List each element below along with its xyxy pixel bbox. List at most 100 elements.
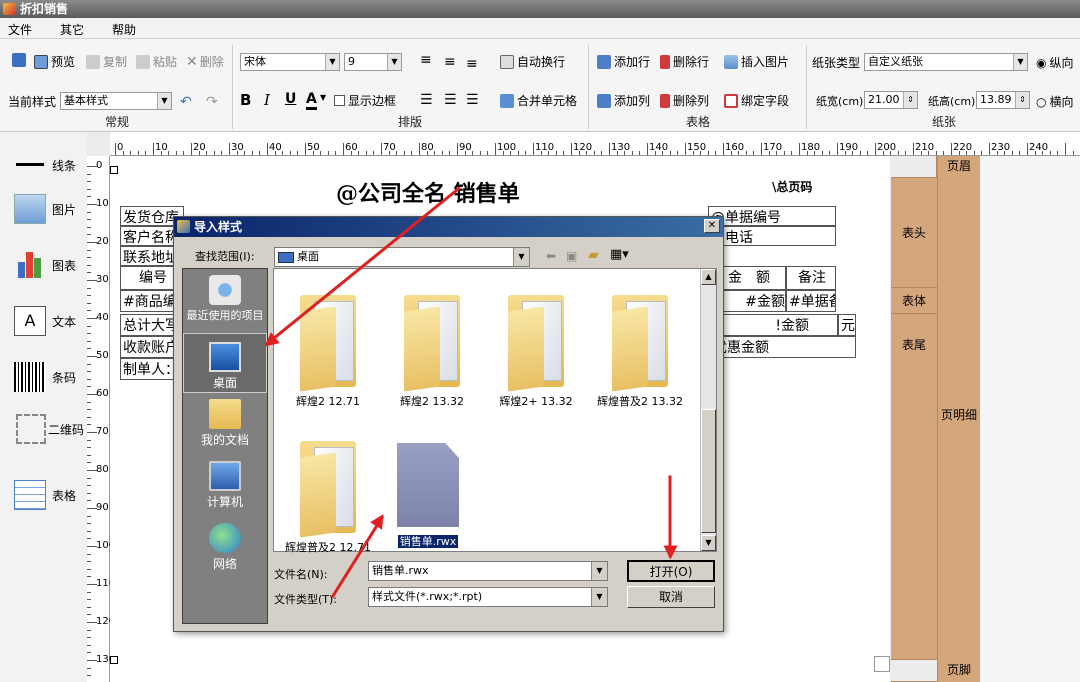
band-page-header[interactable]: 页眉: [937, 156, 980, 178]
ruler-tick: [191, 143, 192, 155]
ruler-tick: [87, 424, 91, 426]
cancel-button[interactable]: 取消: [627, 586, 715, 608]
font-size-select[interactable]: 9 ▼: [344, 53, 402, 71]
bind-field-button[interactable]: 绑定字段: [724, 92, 789, 109]
menu-file[interactable]: 文件: [8, 21, 32, 38]
place-computer[interactable]: 计算机: [183, 461, 267, 510]
add-column-button[interactable]: 添加列: [597, 92, 650, 109]
preview-button[interactable]: 预览: [34, 53, 75, 70]
scroll-up-icon[interactable]: ▲: [701, 269, 716, 285]
align-bottom-icon[interactable]: ≡: [466, 56, 478, 72]
filename-input[interactable]: 销售单.rwx ▼: [368, 561, 608, 581]
tool-qrcode[interactable]: 二维码: [16, 414, 84, 444]
band-table-body[interactable]: 表体: [891, 288, 937, 314]
font-select[interactable]: 宋体 ▼: [240, 53, 340, 71]
redo-icon[interactable]: ↷: [206, 94, 218, 110]
paste-button[interactable]: 粘贴: [136, 53, 177, 70]
scroll-down-icon[interactable]: ▼: [701, 535, 716, 551]
italic-button[interactable]: I: [264, 91, 270, 109]
look-in-select[interactable]: 桌面 ▼: [274, 247, 530, 267]
paper-height-input[interactable]: 13.89 ⇕: [976, 91, 1030, 109]
list-item-folder[interactable]: 辉煌2 13.32: [382, 287, 482, 409]
undo-icon[interactable]: ↶: [180, 94, 192, 110]
list-item-folder[interactable]: 辉煌2+ 13.32: [486, 287, 586, 409]
cell-field[interactable]: !金额: [710, 314, 838, 336]
menu-other[interactable]: 其它: [60, 21, 84, 38]
page-code[interactable]: \总页码: [772, 178, 812, 195]
ruler-label: 60: [345, 142, 358, 153]
ruler-tick: [87, 439, 91, 441]
delete-column-button[interactable]: 删除列: [660, 92, 709, 109]
tool-barcode[interactable]: 条码: [14, 362, 76, 392]
place-recent[interactable]: 最近使用的项目: [183, 275, 267, 323]
band-page-footer[interactable]: 页脚: [937, 658, 980, 682]
tool-table[interactable]: 表格: [14, 480, 76, 510]
ruler-tick: [87, 249, 91, 251]
paper-type-select[interactable]: 自定义纸张 ▼: [864, 53, 1028, 71]
list-item-folder[interactable]: 辉煌普及2 13.32: [590, 287, 690, 409]
menu-help[interactable]: 帮助: [112, 21, 136, 38]
ruler-tick: [859, 151, 861, 155]
paper-width-input[interactable]: 21.00 ⇕: [864, 91, 918, 109]
font-color-button[interactable]: A: [306, 91, 317, 110]
chevron-down-icon[interactable]: ▼: [320, 93, 326, 102]
delete-button[interactable]: ✕ 删除: [186, 53, 224, 70]
file-list[interactable]: 辉煌2 12.71 辉煌2 13.32 辉煌2+ 13.32 辉煌普及2 13.…: [273, 268, 717, 555]
tool-line[interactable]: 线条: [14, 150, 76, 180]
align-right-icon[interactable]: ☰: [466, 92, 479, 108]
tool-chart[interactable]: 图表: [14, 250, 76, 280]
align-middle-icon[interactable]: ≡: [444, 54, 456, 70]
paper-height-label: 纸高(cm): [928, 95, 976, 108]
list-item-file-selected[interactable]: 销售单.rwx: [388, 443, 468, 549]
align-left-icon[interactable]: ☰: [420, 92, 433, 108]
scroll-thumb[interactable]: [701, 409, 716, 533]
view-menu-icon[interactable]: ▦▾: [610, 247, 629, 262]
cell-field[interactable]: 优惠金额: [710, 336, 856, 358]
open-button[interactable]: 打开(O): [627, 560, 715, 582]
band-page-detail[interactable]: 页明细: [937, 178, 980, 658]
place-desktop[interactable]: 桌面: [183, 333, 267, 393]
place-documents[interactable]: 我的文档: [183, 399, 267, 448]
show-border-checkbox[interactable]: 显示边框: [334, 92, 396, 109]
page-corner-top: [110, 166, 118, 174]
tool-text[interactable]: A 文本: [14, 306, 76, 336]
band-table-head[interactable]: 表头: [891, 178, 937, 288]
new-folder-icon[interactable]: ▰: [588, 247, 599, 263]
merge-cells-button[interactable]: 合并单元格: [500, 92, 577, 109]
list-item-folder[interactable]: 辉煌普及2 12.71: [278, 433, 378, 555]
back-icon[interactable]: ⬅: [546, 249, 556, 263]
landscape-radio[interactable]: ○ 横向: [1036, 93, 1074, 110]
insert-image-button[interactable]: 插入图片: [724, 53, 789, 70]
cell-unit[interactable]: 元: [838, 314, 856, 336]
align-center-icon[interactable]: ☰: [444, 92, 457, 108]
wrap-button[interactable]: 自动换行: [500, 53, 565, 70]
add-row-button[interactable]: 添加行: [597, 53, 650, 70]
list-item-folder[interactable]: 辉煌2 12.71: [278, 287, 378, 409]
ruler-label: 0: [117, 142, 124, 153]
vertical-scrollbar[interactable]: ▲ ▼: [700, 269, 716, 551]
ruler-tick: [571, 143, 572, 155]
portrait-radio[interactable]: ◉ 纵向: [1036, 54, 1074, 71]
cell-header[interactable]: 备注: [786, 266, 836, 290]
cell-field[interactable]: #单据备注: [786, 290, 836, 312]
close-icon[interactable]: ✕: [704, 219, 720, 233]
align-top-icon[interactable]: ≡: [420, 52, 432, 68]
ruler-tick: [87, 325, 91, 327]
filetype-select[interactable]: 样式文件(*.rwx;*.rpt) ▼: [368, 587, 608, 607]
band-panel: 页眉 表头 表体 表尾 页明细 页脚: [891, 156, 1080, 682]
underline-button[interactable]: U: [285, 91, 296, 107]
band-table-foot[interactable]: 表尾: [891, 314, 937, 660]
cell-field[interactable]: @电话: [708, 226, 836, 246]
report-title[interactable]: @公司全名 销售单: [336, 176, 520, 208]
tool-image[interactable]: 图片: [14, 194, 76, 224]
ruler-tick: [87, 234, 91, 236]
cell-field[interactable]: @单据编号: [708, 206, 836, 226]
delete-row-button[interactable]: 删除行: [660, 53, 709, 70]
place-network[interactable]: 网络: [183, 523, 267, 572]
save-button[interactable]: [12, 53, 29, 67]
current-style-select[interactable]: 基本样式 ▼: [60, 92, 172, 110]
up-folder-icon[interactable]: ▣: [566, 249, 577, 263]
ruler-tick: [381, 143, 382, 155]
copy-button[interactable]: 复制: [86, 53, 127, 70]
bold-button[interactable]: B: [240, 91, 251, 109]
